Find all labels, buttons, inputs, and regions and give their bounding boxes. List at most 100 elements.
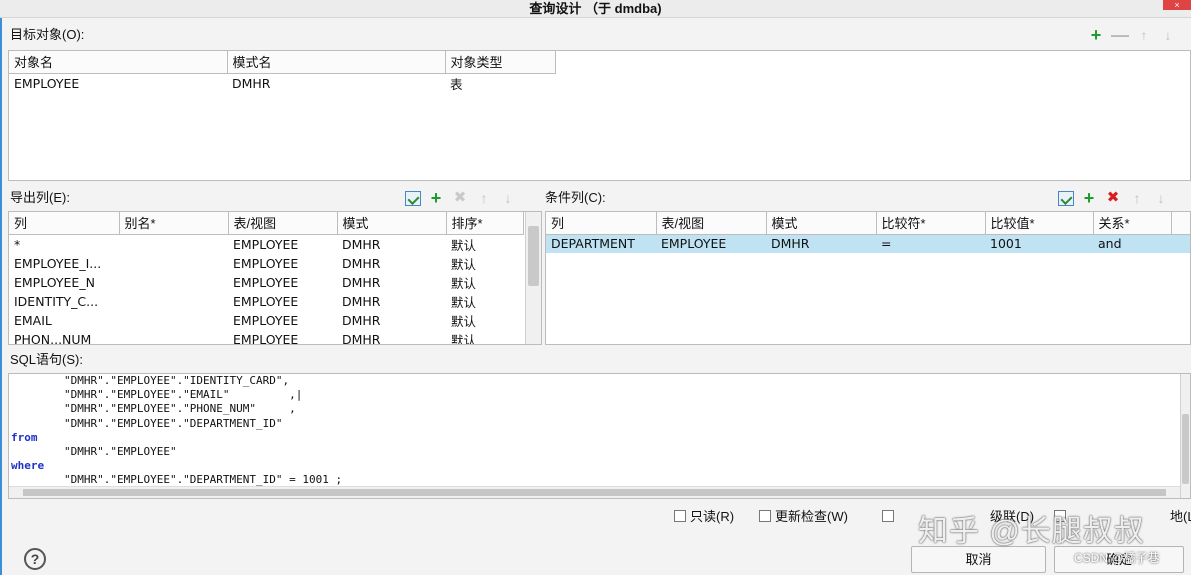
table-cell[interactable]: 表 — [445, 73, 555, 93]
table-cell[interactable]: DMHR — [766, 234, 876, 253]
table-row[interactable]: EMPLOYEE DMHR 表 — [9, 73, 555, 93]
update-check-checkbox[interactable] — [759, 509, 771, 522]
readonly-checkbox[interactable] — [674, 509, 686, 522]
help-icon[interactable]: ? — [24, 548, 46, 570]
table-row[interactable]: EMPLOYEE_I... EMPLOYEE DMHR 默认 — [9, 254, 523, 273]
delete-icon[interactable]: ✖ — [1104, 189, 1122, 207]
table-row[interactable]: DEPARTMENT EMPLOYEE DMHR = 1001 and — [546, 234, 1190, 253]
sql-editor[interactable]: "DMHR"."EMPLOYEE"."IDENTITY_CARD", "DMHR… — [8, 373, 1191, 499]
table-cell[interactable] — [119, 330, 228, 345]
table-cell[interactable]: 默认 — [446, 330, 523, 345]
column-header[interactable]: 模式 — [337, 212, 447, 235]
table-cell[interactable]: DMHR — [337, 254, 446, 273]
update-check-option[interactable]: 更新检查(W) — [759, 506, 848, 525]
table-row[interactable]: PHON...NUM EMPLOYEE DMHR 默认 — [9, 330, 523, 345]
table-row[interactable]: EMAIL EMPLOYEE DMHR 默认 — [9, 311, 523, 330]
table-cell[interactable]: * — [9, 234, 119, 254]
sql-keyword: from — [11, 430, 38, 444]
move-up-icon[interactable]: ↑ — [475, 189, 493, 207]
table-cell[interactable]: EMPLOYEE — [228, 292, 337, 311]
table-cell[interactable]: 1001 — [985, 234, 1093, 253]
sql-keyword: where — [11, 459, 45, 473]
add-icon[interactable]: + — [427, 189, 445, 207]
column-header[interactable]: 表/视图 — [228, 212, 338, 235]
table-cell[interactable]: EMPLOYEE — [228, 254, 337, 273]
scrollbar-thumb[interactable] — [528, 226, 539, 286]
move-up-icon[interactable]: ↑ — [1128, 189, 1146, 207]
table-row[interactable]: EMPLOYEE_N EMPLOYEE DMHR 默认 — [9, 273, 523, 292]
sql-label: SQL语句(S): — [10, 352, 83, 367]
table-cell[interactable] — [119, 234, 228, 254]
close-button[interactable]: × — [1163, 0, 1191, 10]
scrollbar-thumb[interactable] — [1182, 414, 1189, 484]
export-scrollbar[interactable] — [525, 212, 541, 344]
table-cell[interactable]: 默认 — [446, 273, 523, 292]
table-cell[interactable]: = — [876, 234, 985, 253]
move-down-icon[interactable]: ↓ — [499, 189, 517, 207]
table-cell-filler — [1171, 234, 1190, 253]
delete-icon[interactable]: ✖ — [451, 189, 469, 207]
table-cell[interactable] — [119, 292, 228, 311]
sql-line: "DMHR"."EMPLOYEE"."DEPARTMENT_ID" = 1001… — [11, 473, 343, 487]
table-cell[interactable]: EMAIL — [9, 311, 119, 330]
condition-columns-table: 列表/视图 模式 比较符* 比较值* 关系* DEPARTMENT EMPLOYEE DMH… — [545, 211, 1191, 345]
table-cell[interactable]: EMPLOYEE — [228, 234, 337, 254]
table-cell[interactable]: 默认 — [446, 234, 523, 254]
table-cell[interactable]: EMPLOYEE_N — [9, 273, 119, 292]
watermark-subtext: CSDN @橘子巷 — [1074, 551, 1160, 565]
table-cell[interactable]: DEPARTMENT — [546, 234, 656, 253]
table-cell[interactable]: DMHR — [227, 73, 445, 93]
column-header[interactable]: 表/视图 — [656, 212, 767, 235]
cancel-button[interactable]: 取消 — [911, 546, 1046, 573]
column-header[interactable]: 关系* — [1093, 212, 1172, 235]
readonly-option[interactable]: 只读(R) — [674, 506, 734, 525]
add-icon[interactable]: + — [1087, 26, 1105, 44]
table-cell[interactable]: DMHR — [337, 330, 446, 345]
table-cell[interactable] — [119, 254, 228, 273]
table-cell[interactable]: 默认 — [446, 254, 523, 273]
condition-toolbar: + ✖ ↑ ↓ — [1058, 189, 1170, 207]
select-all-icon[interactable] — [405, 190, 421, 206]
table-cell[interactable]: EMPLOYEE_I... — [9, 254, 119, 273]
target-toolbar: + — ↑ ↓ — [1087, 26, 1177, 44]
move-down-icon[interactable]: ↓ — [1159, 26, 1177, 44]
move-down-icon[interactable]: ↓ — [1152, 189, 1170, 207]
sql-vscrollbar[interactable] — [1180, 374, 1190, 498]
table-cell[interactable]: EMPLOYEE — [228, 273, 337, 292]
column-header[interactable]: 排序* — [446, 212, 524, 235]
select-all-icon[interactable] — [1058, 190, 1074, 206]
column-header[interactable]: 比较符* — [876, 212, 986, 235]
move-up-icon[interactable]: ↑ — [1135, 26, 1153, 44]
column-header[interactable]: 模式 — [766, 212, 877, 235]
table-cell[interactable]: EMPLOYEE — [656, 234, 766, 253]
column-header[interactable]: 列 — [546, 212, 657, 235]
table-cell[interactable]: IDENTITY_C... — [9, 292, 119, 311]
table-cell[interactable]: PHON...NUM — [9, 330, 119, 345]
table-cell[interactable] — [119, 311, 228, 330]
scrollbar-thumb[interactable] — [23, 489, 1166, 496]
table-cell[interactable]: EMPLOYEE — [9, 73, 227, 93]
table-cell[interactable]: DMHR — [337, 292, 446, 311]
table-row[interactable]: IDENTITY_C... EMPLOYEE DMHR 默认 — [9, 292, 523, 311]
table-cell[interactable]: DMHR — [337, 273, 446, 292]
column-header[interactable]: 对象名 — [9, 51, 228, 74]
table-cell[interactable]: 默认 — [446, 292, 523, 311]
sql-text[interactable]: "DMHR"."EMPLOYEE"."IDENTITY_CARD", "DMHR… — [9, 374, 1190, 488]
column-header[interactable]: 别名* — [119, 212, 229, 235]
add-icon[interactable]: + — [1080, 189, 1098, 207]
table-row[interactable]: * EMPLOYEE DMHR 默认 — [9, 234, 523, 254]
column-header[interactable]: 比较值* — [985, 212, 1094, 235]
table-cell[interactable]: and — [1093, 234, 1171, 253]
table-cell[interactable] — [119, 273, 228, 292]
remove-icon[interactable]: — — [1111, 26, 1129, 44]
table-cell[interactable]: EMPLOYEE — [228, 330, 337, 345]
cascade-checkbox[interactable] — [882, 509, 894, 522]
column-header[interactable]: 列 — [9, 212, 120, 235]
table-cell[interactable]: EMPLOYEE — [228, 311, 337, 330]
table-cell[interactable]: 默认 — [446, 311, 523, 330]
column-header[interactable]: 对象类型 — [445, 51, 556, 74]
sql-hscrollbar[interactable] — [9, 486, 1180, 498]
column-header[interactable]: 模式名 — [227, 51, 446, 74]
table-cell[interactable]: DMHR — [337, 311, 446, 330]
table-cell[interactable]: DMHR — [337, 234, 446, 254]
